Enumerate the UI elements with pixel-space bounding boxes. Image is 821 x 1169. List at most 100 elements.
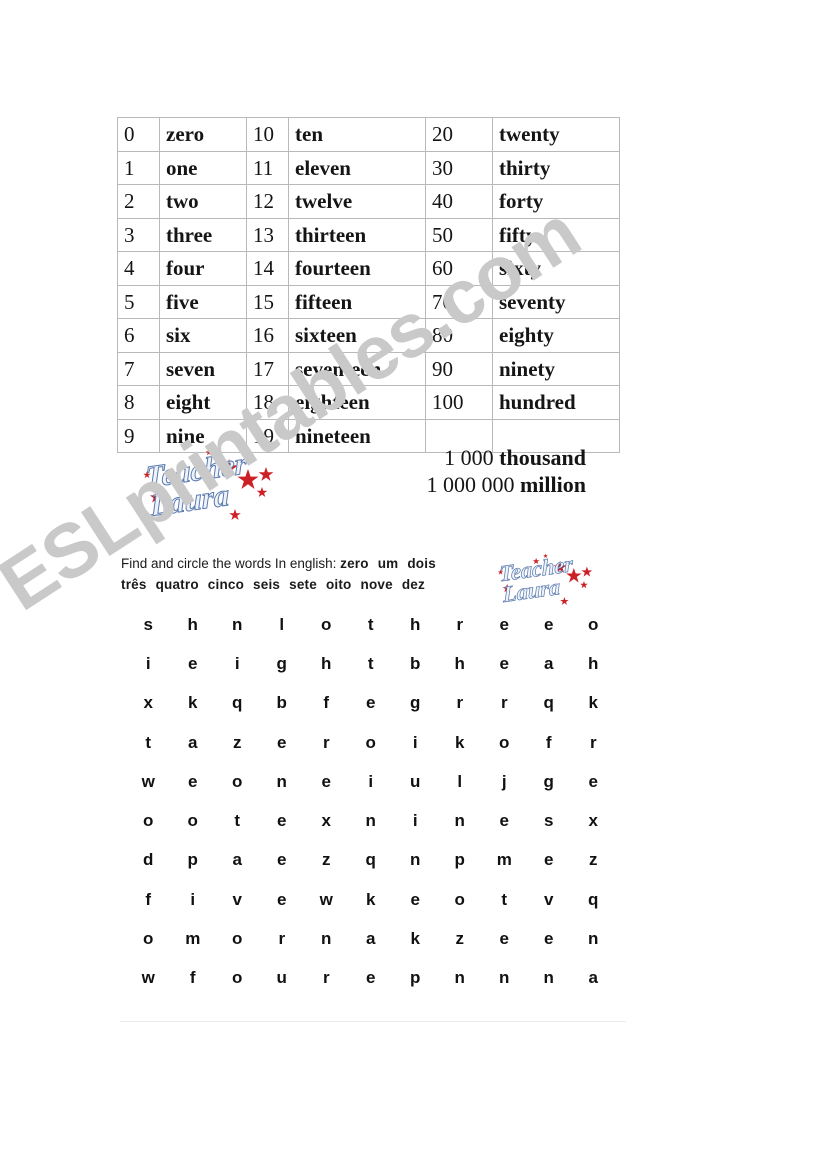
word-search-letter[interactable]: f [527, 733, 572, 753]
word-search-letter[interactable]: b [260, 693, 305, 713]
word-search-letter[interactable]: r [304, 968, 349, 988]
word-search-letter[interactable]: r [438, 615, 483, 635]
word-search-letter[interactable]: n [215, 615, 260, 635]
word-search-letter[interactable]: i [215, 654, 260, 674]
word-search-letter[interactable]: p [393, 968, 438, 988]
word-search-letter[interactable]: n [393, 850, 438, 870]
word-search-letter[interactable]: v [215, 890, 260, 910]
word-search-letter[interactable]: n [571, 929, 616, 949]
word-search-letter[interactable]: n [304, 929, 349, 949]
word-search-letter[interactable]: g [260, 654, 305, 674]
word-search-letter[interactable]: e [393, 890, 438, 910]
word-search-letter[interactable]: i [349, 772, 394, 792]
word-search-letter[interactable]: x [126, 693, 171, 713]
word-search-letter[interactable]: h [304, 654, 349, 674]
word-search-letter[interactable]: e [260, 811, 305, 831]
word-search-letter[interactable]: h [393, 615, 438, 635]
word-search-letter[interactable]: l [438, 772, 483, 792]
word-search-letter[interactable]: t [482, 890, 527, 910]
word-search-letter[interactable]: u [393, 772, 438, 792]
word-search-letter[interactable]: q [349, 850, 394, 870]
word-search-letter[interactable]: g [393, 693, 438, 713]
word-search-letter[interactable]: s [527, 811, 572, 831]
word-search-letter[interactable]: f [171, 968, 216, 988]
word-search-letter[interactable]: j [482, 772, 527, 792]
word-search-letter[interactable]: o [482, 733, 527, 753]
word-search-letter[interactable]: h [438, 654, 483, 674]
word-search-letter[interactable]: k [571, 693, 616, 713]
word-search-letter[interactable]: r [438, 693, 483, 713]
word-search-letter[interactable]: w [126, 772, 171, 792]
word-search-letter[interactable]: q [571, 890, 616, 910]
word-search-letter[interactable]: v [527, 890, 572, 910]
word-search-letter[interactable]: q [527, 693, 572, 713]
word-search-letter[interactable]: e [571, 772, 616, 792]
word-search-letter[interactable]: o [215, 772, 260, 792]
word-search-letter[interactable]: b [393, 654, 438, 674]
word-search-letter[interactable]: z [215, 733, 260, 753]
word-search-letter[interactable]: e [527, 850, 572, 870]
word-search-letter[interactable]: e [171, 772, 216, 792]
word-search-letter[interactable]: p [171, 850, 216, 870]
word-search-letter[interactable]: e [527, 929, 572, 949]
word-search-letter[interactable]: d [126, 850, 171, 870]
word-search-letter[interactable]: l [260, 615, 305, 635]
word-search-letter[interactable]: f [126, 890, 171, 910]
word-search-letter[interactable]: w [304, 890, 349, 910]
word-search-letter[interactable]: t [126, 733, 171, 753]
word-search-letter[interactable]: p [438, 850, 483, 870]
word-search-letter[interactable]: r [304, 733, 349, 753]
word-search-letter[interactable]: n [260, 772, 305, 792]
word-search-letter[interactable]: g [527, 772, 572, 792]
word-search-letter[interactable]: f [304, 693, 349, 713]
word-search-letter[interactable]: e [260, 850, 305, 870]
word-search-letter[interactable]: x [304, 811, 349, 831]
word-search-letter[interactable]: e [349, 693, 394, 713]
word-search-letter[interactable]: t [349, 615, 394, 635]
word-search-letter[interactable]: a [527, 654, 572, 674]
word-search-letter[interactable]: i [393, 811, 438, 831]
word-search-letter[interactable]: i [393, 733, 438, 753]
word-search-letter[interactable]: i [171, 890, 216, 910]
word-search-letter[interactable]: n [438, 968, 483, 988]
word-search-letter[interactable]: w [126, 968, 171, 988]
word-search-letter[interactable]: e [260, 733, 305, 753]
word-search-letter[interactable]: a [349, 929, 394, 949]
word-search-letter[interactable]: e [482, 929, 527, 949]
word-search-letter[interactable]: m [171, 929, 216, 949]
word-search-letter[interactable]: k [393, 929, 438, 949]
word-search-letter[interactable]: r [482, 693, 527, 713]
word-search-letter[interactable]: m [482, 850, 527, 870]
word-search-letter[interactable]: r [260, 929, 305, 949]
word-search-letter[interactable]: o [304, 615, 349, 635]
word-search-letter[interactable]: n [438, 811, 483, 831]
word-search-letter[interactable]: e [260, 890, 305, 910]
word-search-letter[interactable]: n [349, 811, 394, 831]
word-search-letter[interactable]: k [349, 890, 394, 910]
word-search-letter[interactable]: e [527, 615, 572, 635]
word-search-letter[interactable]: o [215, 968, 260, 988]
word-search-letter[interactable]: n [482, 968, 527, 988]
word-search-letter[interactable]: h [171, 615, 216, 635]
word-search-grid[interactable]: shnlothreeoieightbheahxkqbfegrrqktazeroi… [126, 605, 616, 998]
word-search-letter[interactable]: e [482, 811, 527, 831]
word-search-letter[interactable]: o [215, 929, 260, 949]
word-search-letter[interactable]: x [571, 811, 616, 831]
word-search-letter[interactable]: z [304, 850, 349, 870]
word-search-letter[interactable]: h [571, 654, 616, 674]
word-search-letter[interactable]: s [126, 615, 171, 635]
word-search-letter[interactable]: e [304, 772, 349, 792]
word-search-letter[interactable]: n [527, 968, 572, 988]
word-search-letter[interactable]: o [571, 615, 616, 635]
word-search-letter[interactable]: e [171, 654, 216, 674]
word-search-letter[interactable]: k [171, 693, 216, 713]
word-search-letter[interactable]: e [349, 968, 394, 988]
word-search-letter[interactable]: e [482, 654, 527, 674]
word-search-letter[interactable]: a [171, 733, 216, 753]
word-search-letter[interactable]: t [215, 811, 260, 831]
word-search-letter[interactable]: u [260, 968, 305, 988]
word-search-letter[interactable]: o [438, 890, 483, 910]
word-search-letter[interactable]: o [349, 733, 394, 753]
word-search-letter[interactable]: o [126, 929, 171, 949]
word-search-letter[interactable]: e [482, 615, 527, 635]
